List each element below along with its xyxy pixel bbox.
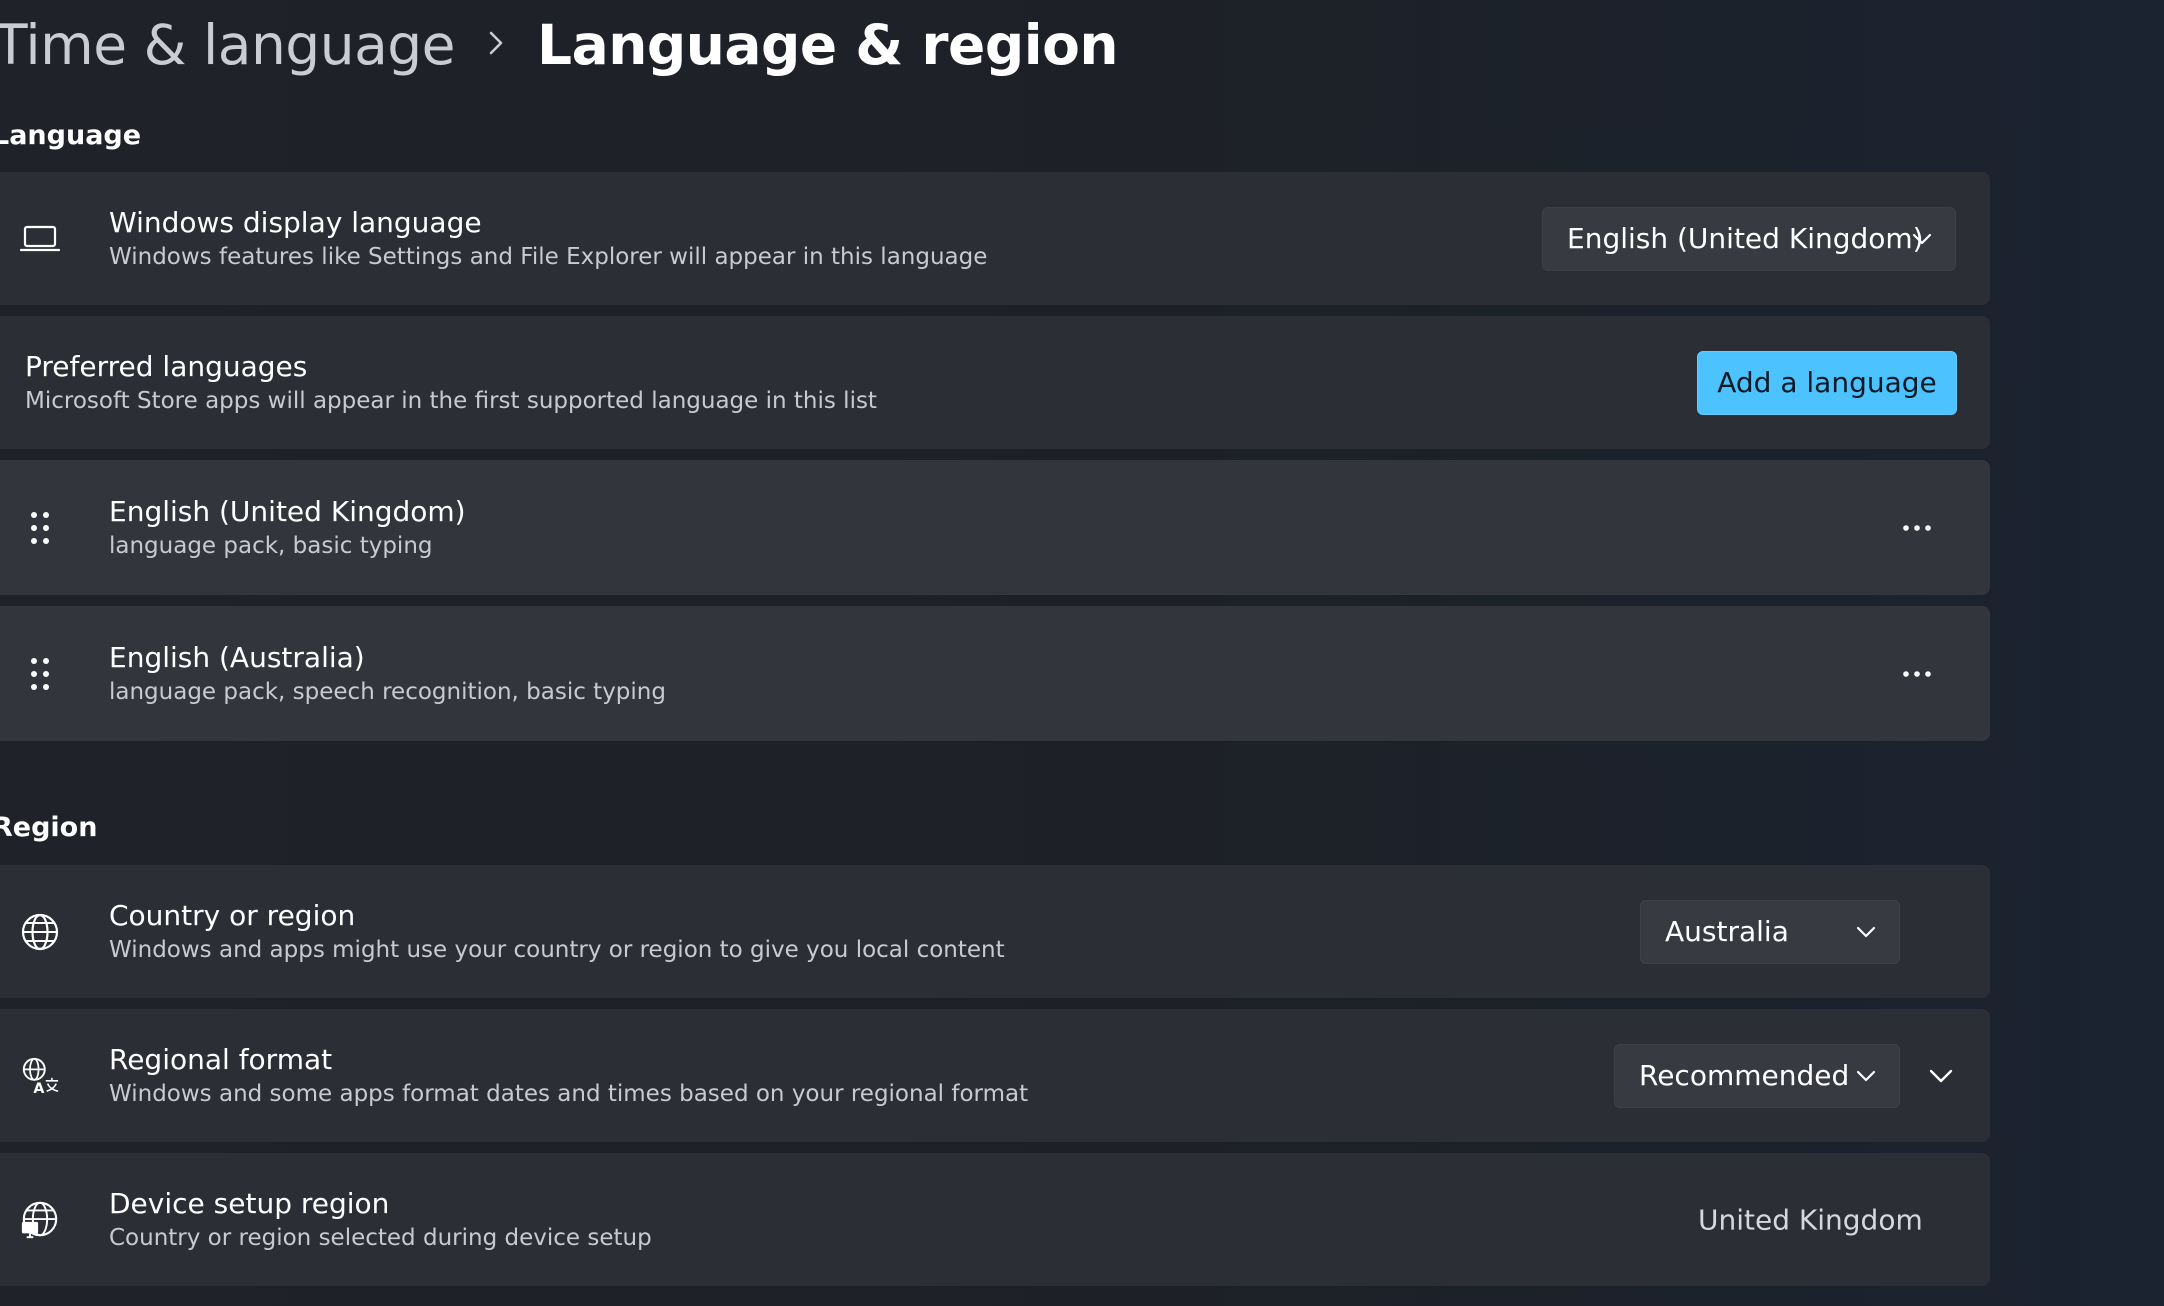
preferred-languages-title: Preferred languages	[25, 349, 308, 383]
chevron-down-icon	[1856, 1070, 1876, 1081]
device-setup-region-title: Device setup region	[109, 1186, 390, 1220]
breadcrumb-parent-link[interactable]: Time & language	[0, 13, 456, 77]
country-region-selected: Australia	[1665, 915, 1789, 948]
chevron-down-icon	[1856, 926, 1876, 937]
display-language-dropdown[interactable]: English (United Kingdom)	[1542, 206, 1956, 271]
globe-icon	[20, 912, 60, 952]
language-features: language pack, speech recognition, basic…	[109, 678, 666, 705]
chevron-down-icon	[1912, 233, 1932, 244]
language-name: English (United Kingdom)	[109, 494, 466, 528]
country-region-title: Country or region	[109, 898, 356, 932]
svg-text:A: A	[33, 1081, 44, 1097]
display-language-description: Windows features like Settings and File …	[109, 243, 988, 270]
regional-format-selected: Recommended	[1639, 1059, 1850, 1092]
country-region-description: Windows and apps might use your country …	[109, 936, 1005, 963]
page-title: Language & region	[537, 13, 1119, 77]
breadcrumb-chevron-icon	[455, 28, 537, 62]
preferred-languages-description: Microsoft Store apps will appear in the …	[25, 387, 877, 414]
expand-chevron-icon[interactable]	[1913, 1048, 1969, 1104]
drag-handle-icon[interactable]	[20, 508, 60, 548]
drag-handle-icon[interactable]	[20, 654, 60, 694]
laptop-icon	[20, 219, 60, 259]
regional-format-dropdown[interactable]: Recommended	[1614, 1043, 1900, 1108]
country-region-dropdown[interactable]: Australia	[1640, 899, 1900, 964]
more-options-icon[interactable]	[1887, 646, 1947, 702]
language-list-item[interactable]: English (Australia) language pack, speec…	[0, 606, 1990, 741]
region-section-heading: Region	[0, 812, 98, 843]
regional-format-title: Regional format	[109, 1042, 333, 1076]
language-name: English (Australia)	[109, 640, 365, 674]
regional-format-card: A Regional format Windows and some apps …	[0, 1009, 1990, 1142]
display-language-selected: English (United Kingdom)	[1567, 222, 1924, 255]
display-language-card: Windows display language Windows feature…	[0, 172, 1990, 305]
country-region-card: Country or region Windows and apps might…	[0, 865, 1990, 998]
preferred-languages-card: Preferred languages Microsoft Store apps…	[0, 316, 1990, 449]
language-list-item[interactable]: English (United Kingdom) language pack, …	[0, 460, 1990, 595]
regional-format-icon: A	[20, 1056, 60, 1097]
language-section-heading: Language	[0, 120, 142, 151]
more-options-icon[interactable]	[1887, 500, 1947, 556]
breadcrumb: Time & language Language & region	[0, 8, 1119, 82]
regional-format-description: Windows and some apps format dates and t…	[109, 1080, 1029, 1107]
globe-device-icon	[20, 1200, 60, 1240]
add-language-button[interactable]: Add a language	[1697, 350, 1957, 415]
display-language-title: Windows display language	[109, 205, 482, 239]
device-setup-region-value: United Kingdom	[1698, 1203, 1923, 1236]
device-setup-region-description: Country or region selected during device…	[109, 1224, 652, 1251]
language-features: language pack, basic typing	[109, 532, 433, 559]
device-setup-region-card: Device setup region Country or region se…	[0, 1153, 1990, 1286]
